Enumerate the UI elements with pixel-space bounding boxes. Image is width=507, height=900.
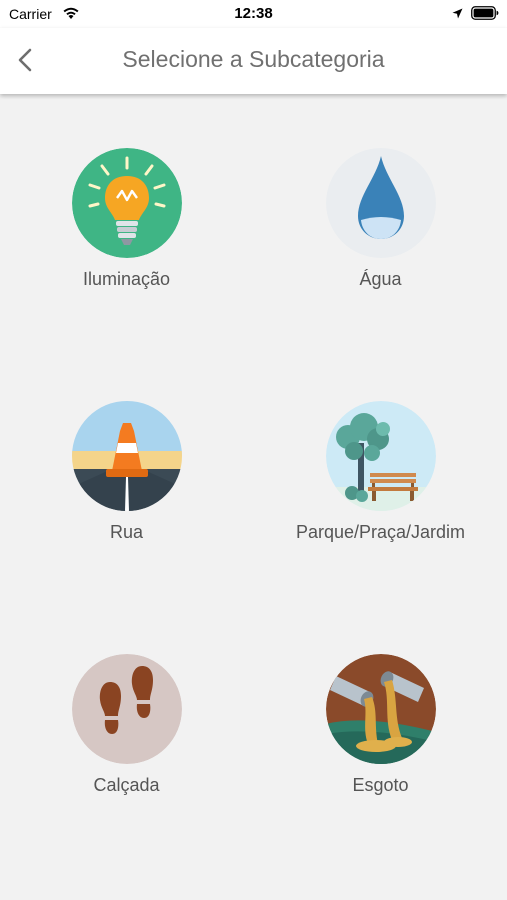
subcategory-grid: Iluminação Água Rua Parque/Praça/Jardim …: [0, 94, 507, 900]
subcategory-calcada[interactable]: Calçada: [0, 600, 253, 795]
subcategory-parque-praca-jardim[interactable]: Parque/Praça/Jardim: [254, 347, 507, 542]
status-bar: Carrier 12:38: [0, 0, 507, 28]
subcategory-label: Parque/Praça/Jardim: [295, 522, 466, 542]
subcategory-label: Esgoto: [352, 775, 409, 795]
road-cone-icon: [72, 401, 182, 511]
location-arrow-icon: [452, 8, 463, 19]
sewer-pipe-icon: [326, 654, 436, 764]
page-title: Selecione a Subcategoria: [122, 46, 385, 72]
subcategory-label: Rua: [109, 522, 144, 542]
battery-icon: [471, 6, 499, 20]
subcategory-agua[interactable]: Água: [254, 94, 507, 289]
subcategory-iluminacao[interactable]: Iluminação: [0, 94, 253, 289]
park-bench-icon: [326, 401, 436, 511]
lightbulb-icon: [72, 148, 182, 258]
subcategory-rua[interactable]: Rua: [0, 347, 253, 542]
navigation-bar: Selecione a Subcategoria: [0, 28, 507, 94]
clock: 12:38: [234, 5, 273, 22]
water-drop-icon: [326, 148, 436, 258]
subcategory-label: Calçada: [93, 775, 160, 795]
footprints-icon: [72, 654, 182, 764]
subcategory-esgoto[interactable]: Esgoto: [254, 600, 507, 795]
subcategory-label: Água: [359, 269, 402, 289]
subcategory-label: Iluminação: [82, 269, 171, 289]
